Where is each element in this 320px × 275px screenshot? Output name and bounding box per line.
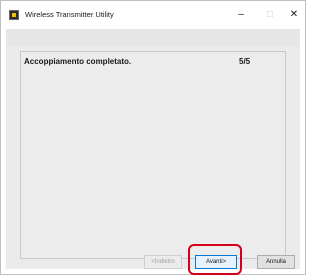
content-panel <box>20 51 286 259</box>
back-button[interactable]: <Indietro <box>144 255 182 269</box>
next-button-highlight <box>188 244 242 275</box>
page-heading: Accoppiamento completato. <box>24 57 132 66</box>
dialog-client-area: Accoppiamento completato. 5/5 <Indietro … <box>6 29 300 275</box>
app-window: Wireless Transmitter Utility – □ ✕ Accop… <box>0 0 306 275</box>
close-button[interactable]: ✕ <box>283 7 305 23</box>
cancel-button[interactable]: Annulla <box>257 255 295 269</box>
window-title: Wireless Transmitter Utility <box>25 10 114 19</box>
step-indicator: 5/5 <box>239 57 251 66</box>
title-bar[interactable]: Wireless Transmitter Utility – □ ✕ <box>1 1 305 29</box>
maximize-button[interactable]: □ <box>259 7 281 23</box>
minimize-button[interactable]: – <box>230 7 252 23</box>
app-icon <box>9 10 19 20</box>
header-band <box>6 29 300 47</box>
